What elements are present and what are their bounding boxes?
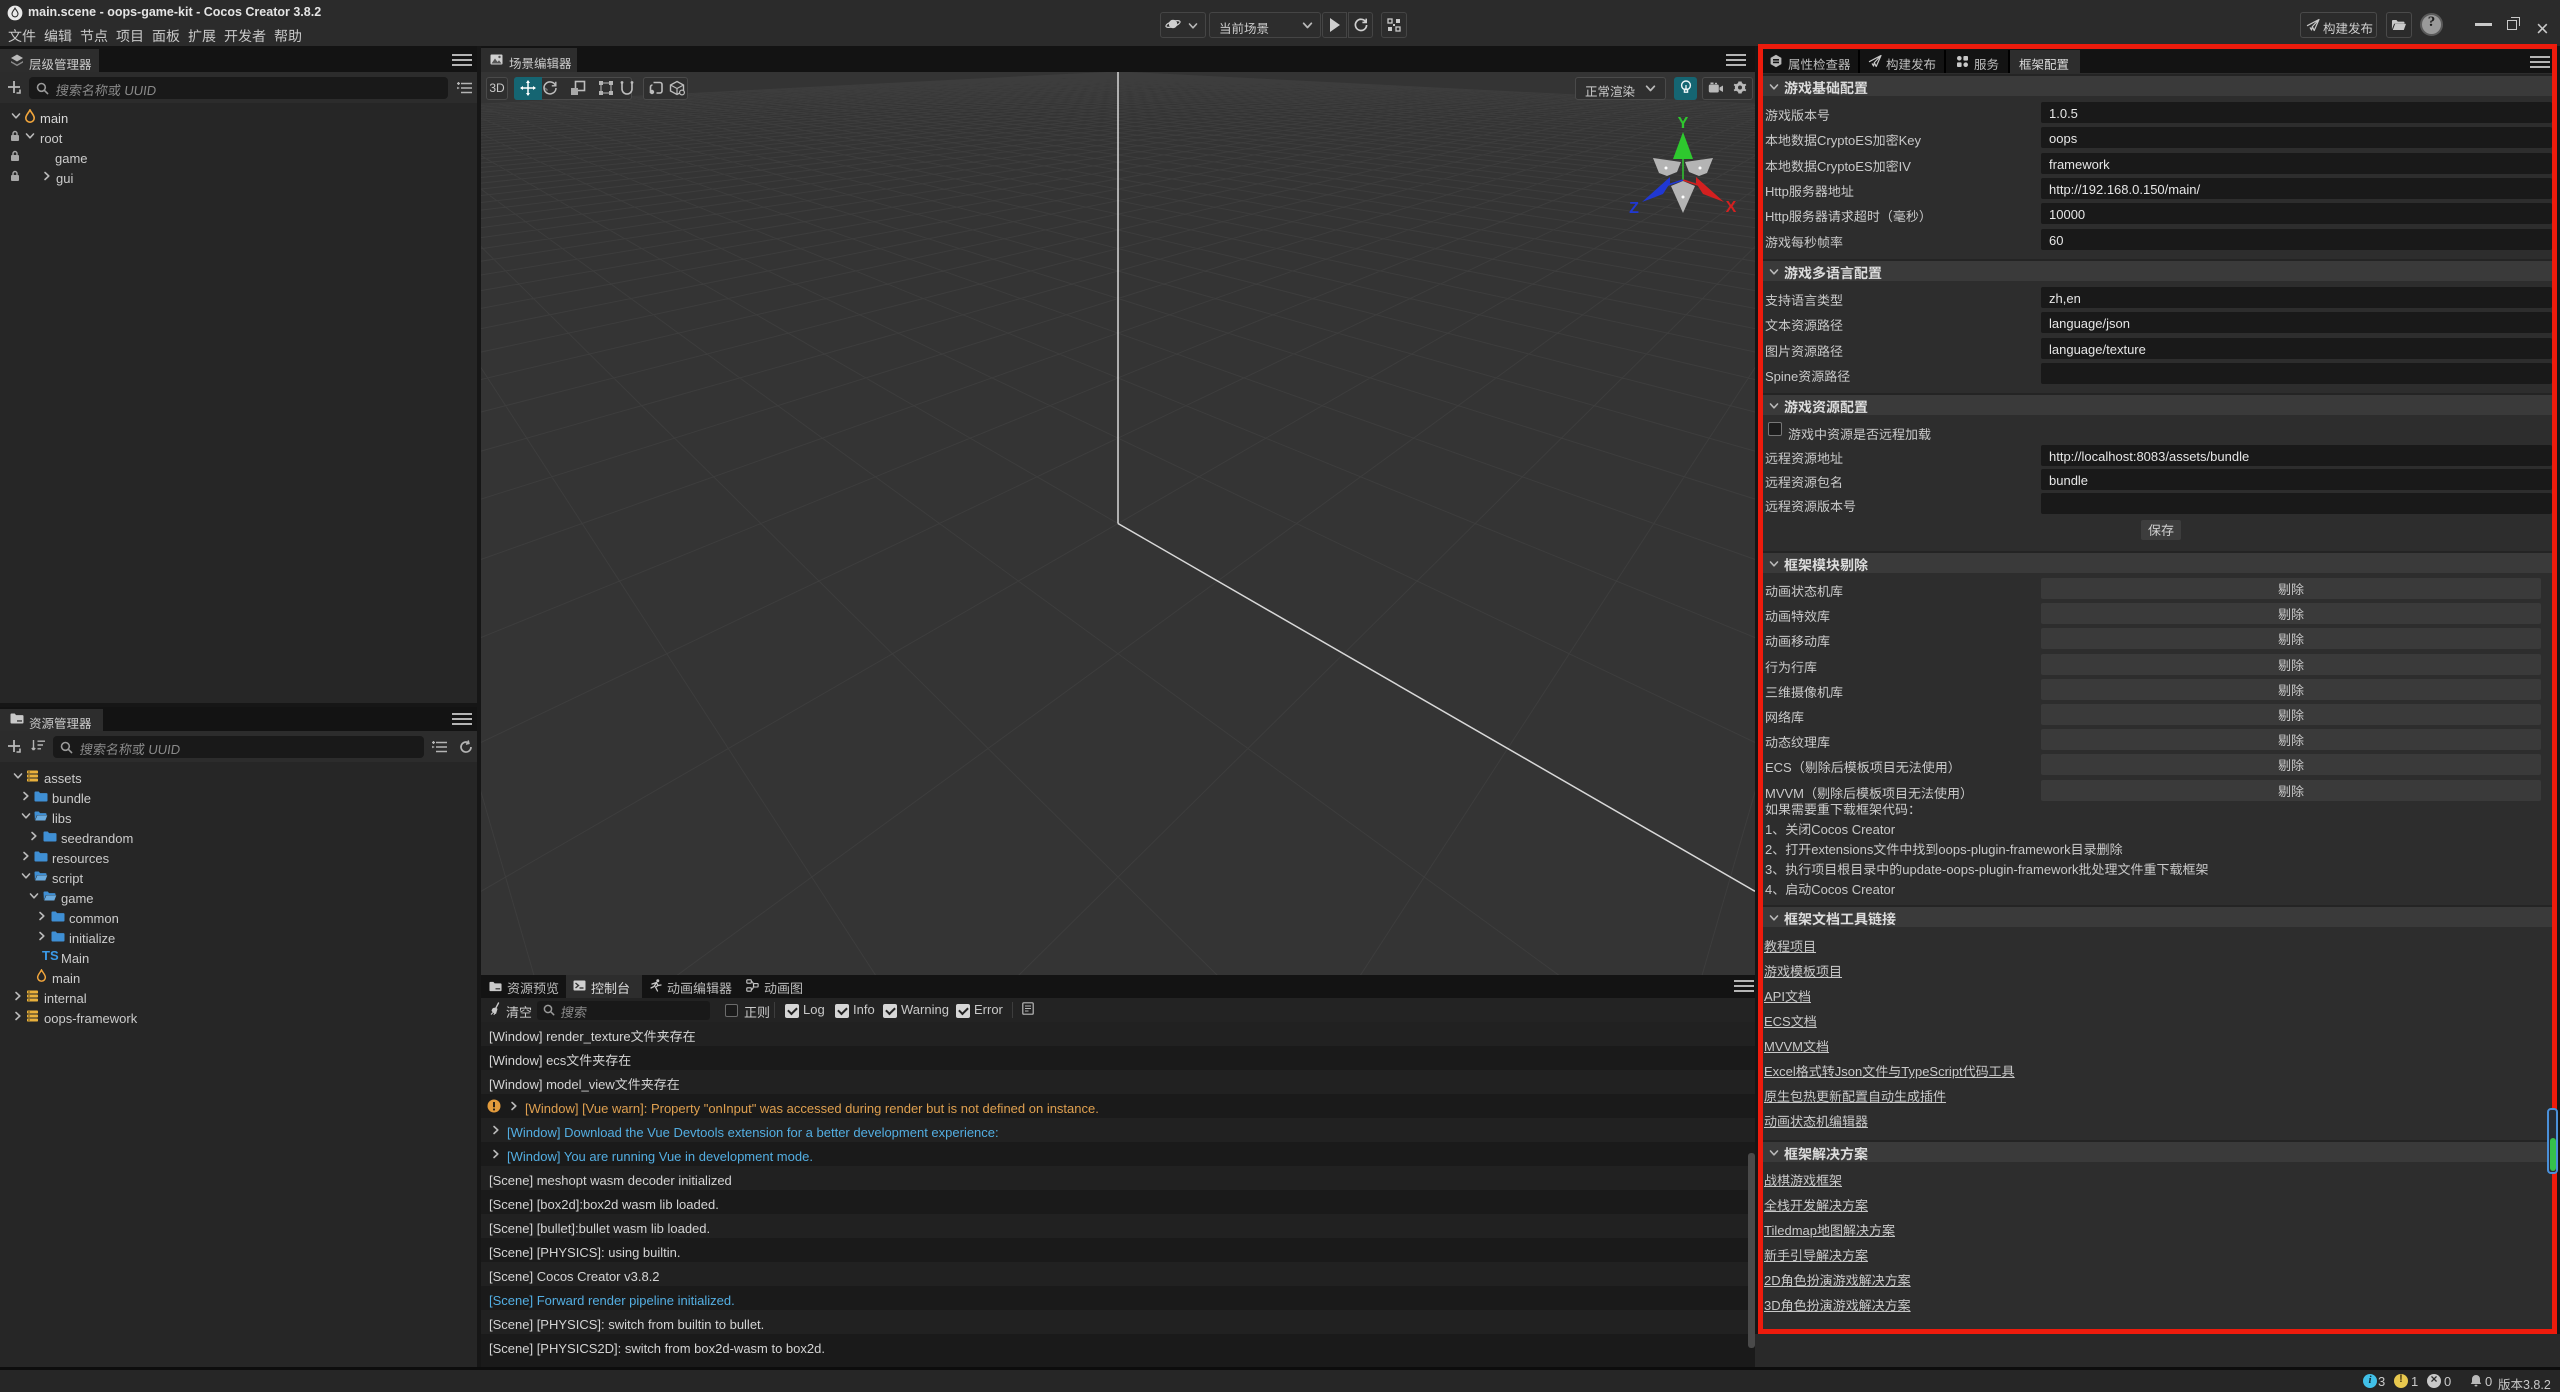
svg-text:Z: Z <box>1629 200 1639 217</box>
svg-text:Y: Y <box>1678 115 1689 132</box>
svg-text:X: X <box>1726 199 1737 216</box>
